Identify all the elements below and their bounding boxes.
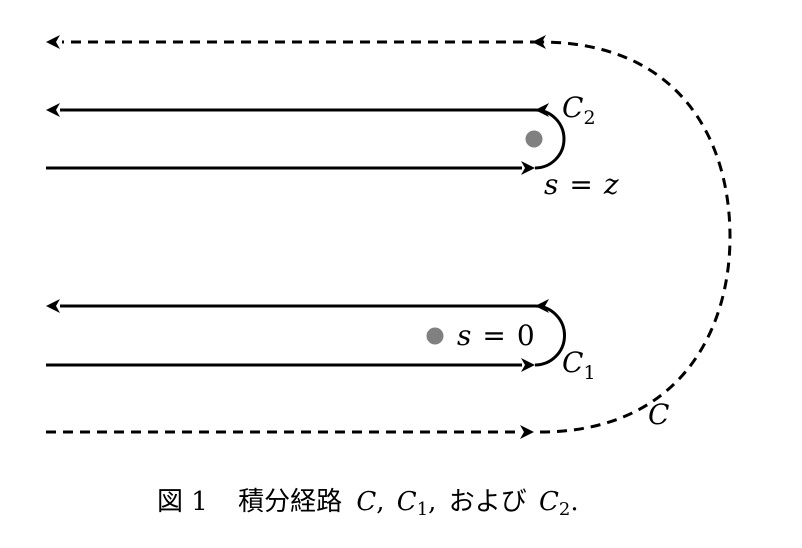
contour-c1-arc [534,304,566,367]
label-c1-base: C [562,346,583,379]
contour-c1-arc-arrowhead [535,299,549,313]
contour-c1-top-arrowhead [46,299,60,313]
caption-sep1: , [376,487,384,517]
caption-sep2: , [428,487,436,517]
caption-c1-base: C [397,487,417,517]
label-s-equals-0-op: = [482,319,505,352]
caption-c: C [356,487,376,517]
label-c1: C1 [562,346,596,384]
integration-contour-diagram: C2 s = z s = 0 C1 C 図 1 積分経路 C, C1, および … [46,35,732,520]
label-c1-sub: 1 [583,362,595,384]
label-s-equals-0-rhs: 0 [517,319,535,352]
label-s-equals-z-lhs: s [544,168,558,201]
caption-c2-base: C [539,487,559,517]
contour-c1-bottom-arrowhead [521,358,535,372]
contour-c [46,40,732,434]
pole-s-equals-z [525,130,543,148]
contour-c-bottom-arrowhead [520,425,534,439]
caption-period: . [570,487,578,517]
label-c2-sub: 2 [583,107,595,129]
label-s-equals-0: s = 0 [457,319,535,352]
caption-and-text: および [449,487,527,517]
contour-c2-bottom-arrowhead [521,161,535,175]
contour-c-top-arrowhead [46,35,60,49]
label-c2: C2 [562,91,596,129]
caption-figure-label: 図 1 [157,487,208,517]
contour-c2-top-arrowhead [46,103,60,117]
label-c2-base: C [562,91,583,124]
caption-c1-sub: 1 [417,499,428,520]
caption-title: 積分経路 [238,487,342,517]
label-s-equals-z-op: = [569,168,592,201]
label-c: C [648,398,669,431]
label-s-equals-0-lhs: s [457,319,471,352]
label-s-equals-z: s = z [544,168,619,201]
label-s-equals-z-rhs: z [603,168,619,201]
contour-c2 [46,108,566,170]
figure-caption: 図 1 積分経路 C, C1, および C2. [157,487,579,520]
contour-c2-arc-arrowhead [535,103,549,117]
caption-c2-sub: 2 [559,499,570,520]
pole-s-equals-0 [426,327,444,345]
